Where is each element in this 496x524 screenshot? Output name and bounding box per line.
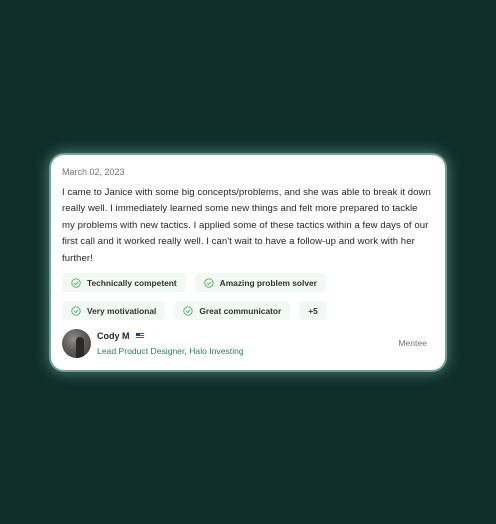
tag-label: Technically competent bbox=[87, 277, 177, 288]
tag-chip: Amazing problem solver bbox=[194, 273, 326, 293]
tag-label: Amazing problem solver bbox=[219, 277, 317, 288]
check-circle-icon bbox=[183, 305, 194, 316]
author-title: Lead Product Designer, Halo Investing bbox=[97, 346, 244, 356]
check-circle-icon bbox=[71, 277, 81, 288]
tag-chip: Great communicator bbox=[174, 301, 291, 321]
tag-chip: Very motivational bbox=[62, 301, 166, 321]
check-circle-icon bbox=[204, 277, 214, 288]
tag-chip: Technically competent bbox=[62, 273, 186, 293]
review-card: March 02, 2023 I came to Janice with som… bbox=[51, 155, 445, 370]
author-name: Cody M bbox=[97, 331, 130, 341]
more-tags-button[interactable]: +5 bbox=[299, 301, 327, 321]
avatar bbox=[62, 329, 91, 358]
author: Cody M Lead Product Designer, Halo Inves… bbox=[62, 329, 244, 358]
us-flag-icon bbox=[135, 333, 144, 339]
review-date: March 02, 2023 bbox=[62, 167, 125, 177]
tag-label: Great communicator bbox=[199, 305, 282, 316]
role-label: Mentee bbox=[398, 338, 427, 348]
tag-label: Very motivational bbox=[87, 305, 157, 316]
check-circle-icon bbox=[71, 305, 81, 316]
tag-list: Technically competent Amazing problem so… bbox=[62, 273, 433, 321]
review-text: I came to Janice with some big concepts/… bbox=[62, 187, 431, 264]
